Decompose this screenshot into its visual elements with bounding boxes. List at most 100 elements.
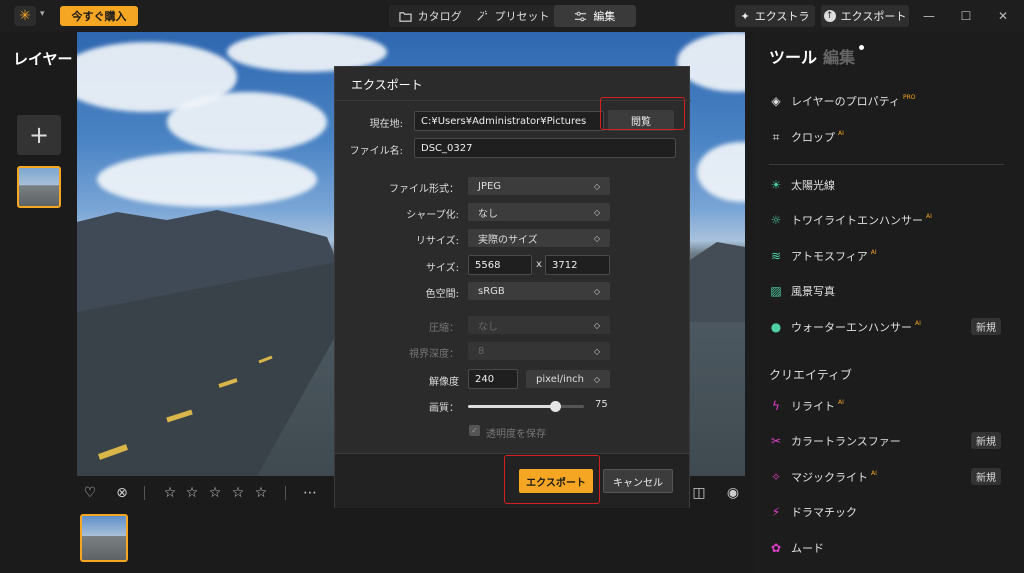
compression-label: 圧縮： [429, 323, 459, 334]
tool-label: クロップ [791, 131, 835, 144]
colorspace-label: 色空間: [425, 289, 459, 300]
chevron-updown-icon: ◇ [593, 286, 600, 296]
dialog-title: エクスポート [351, 78, 423, 92]
creative-section-title: クリエイティブ [769, 368, 853, 382]
preserve-transparency-checkbox: ✓ [469, 425, 480, 436]
layers-title: レイヤー [13, 50, 73, 68]
resolution-field[interactable]: 240 [468, 369, 518, 389]
maximize-icon[interactable]: ☐ [958, 8, 974, 24]
color-transfer-icon: ✂ [770, 434, 782, 448]
bolt-icon: ⚡ [771, 505, 781, 519]
tab-presets-label: プリセット [494, 10, 550, 23]
landscape-icon: ▨ [770, 284, 782, 298]
quality-slider-fill [468, 405, 555, 408]
tool-label: リライト [791, 400, 835, 413]
ai-tag: AI [871, 469, 877, 477]
cloud [697, 142, 745, 202]
tool-relight[interactable]: ϟ リライト AI [769, 396, 844, 416]
unsaved-dot [859, 45, 864, 50]
mood-icon: ✿ [770, 541, 782, 555]
tool-landscape[interactable]: ▨ 風景写真 [769, 281, 835, 301]
ai-tag: AI [926, 212, 932, 220]
chevron-down-icon[interactable]: ▾ [40, 9, 45, 19]
sharpen-select[interactable]: なし ◇ [468, 203, 610, 221]
tab-presets[interactable]: プリセット [471, 5, 553, 27]
star-icon[interactable]: ☆ [230, 485, 246, 501]
extras-button[interactable]: ✦ エクストラ [735, 5, 815, 27]
filename-label: ファイル名: [349, 146, 403, 157]
more-icon[interactable]: ⋯ [302, 485, 318, 501]
tab-edit-label: 編集 [593, 10, 616, 23]
eye-icon[interactable]: ◉ [725, 485, 741, 501]
tool-color-transfer[interactable]: ✂ カラートランスファー [769, 431, 901, 451]
resize-value: 実際のサイズ [478, 234, 538, 246]
divider [769, 164, 1004, 165]
tool-atmosphere[interactable]: ≋ アトモスフィア AI [769, 246, 877, 266]
tool-label: アトモスフィア [791, 250, 868, 263]
size-label: サイズ: [425, 263, 459, 274]
folder-icon [399, 11, 412, 22]
colorspace-select[interactable]: sRGB ◇ [468, 282, 610, 300]
magic-wand-icon [477, 10, 488, 21]
cancel-button[interactable]: キャンセル [603, 469, 673, 493]
resize-select[interactable]: 実際のサイズ ◇ [468, 229, 610, 247]
compare-icon[interactable]: ◫ [691, 485, 707, 501]
layers-panel: レイヤー + [0, 32, 77, 573]
filename-field[interactable]: DSC_0327 [414, 138, 676, 158]
tool-mood[interactable]: ✿ ムード [769, 538, 824, 558]
star-icon[interactable]: ☆ [184, 485, 200, 501]
filmstrip-thumbnail[interactable] [80, 514, 128, 562]
add-layer-button[interactable]: + [17, 115, 61, 155]
new-badge: 新規 [971, 468, 1001, 485]
tool-magic-light[interactable]: ✧ マジックライト AI [769, 467, 877, 487]
upload-icon: ↑ [823, 10, 836, 22]
sun-icon: ☀ [770, 178, 782, 192]
compression-select: なし ◇ [468, 316, 610, 334]
star-icon[interactable]: ☆ [207, 485, 223, 501]
quality-slider-handle[interactable] [549, 401, 561, 412]
tool-crop[interactable]: ⌗ クロップ AI [769, 127, 844, 147]
tool-label: ウォーターエンハンサー [791, 321, 912, 334]
format-select[interactable]: JPEG ◇ [468, 177, 610, 195]
layers-icon: ◈ [771, 94, 781, 108]
resolution-unit-select[interactable]: pixel/inch ◇ [526, 370, 610, 388]
tool-label: トワイライトエンハンサー [791, 214, 923, 227]
width-field[interactable]: 5568 [468, 255, 532, 275]
tab-edit[interactable]: 編集 [553, 5, 636, 27]
sparkle-icon: ✧ [770, 470, 782, 484]
export-top-button[interactable]: ↑ エクスポート [821, 5, 909, 27]
top-bar: ✳ ▾ 今すぐ購入 カタログ プリセット 編集 ✦ エクストラ ↑ エクスポート… [0, 0, 1024, 32]
heart-icon[interactable]: ♡ [82, 485, 98, 501]
tool-water-enhancer[interactable]: ● ウォーターエンハンサー AI [769, 317, 921, 337]
minimize-icon[interactable]: — [921, 8, 937, 24]
tool-dramatic[interactable]: ⚡ ドラマチック [769, 502, 857, 522]
star-icon[interactable]: ☆ [253, 485, 269, 501]
app-logo-icon[interactable]: ✳ [14, 6, 36, 26]
waves-icon: ≋ [770, 249, 782, 263]
colorspace-value: sRGB [478, 285, 505, 297]
sharpen-label: シャープ化: [406, 210, 459, 221]
layer-thumbnail[interactable] [17, 166, 61, 208]
tool-label: ムード [791, 542, 824, 555]
close-icon[interactable]: ✕ [995, 8, 1011, 24]
reject-icon[interactable]: ⊗ [114, 485, 130, 501]
tab-edit-panel[interactable]: 編集 [823, 44, 855, 68]
chevron-updown-icon: ◇ [593, 320, 600, 330]
tab-tools[interactable]: ツール [769, 44, 817, 68]
tool-layer-properties[interactable]: ◈ レイヤーのプロパティ PRO [769, 91, 916, 111]
location-field[interactable]: C:¥Users¥Administrator¥Pictures [414, 111, 604, 131]
preserve-transparency-label: 透明度を保存 [486, 429, 546, 440]
star-icon[interactable]: ☆ [162, 485, 178, 501]
pro-tag: PRO [903, 93, 916, 101]
new-badge: 新規 [971, 432, 1001, 449]
tab-catalog[interactable]: カタログ [389, 5, 471, 27]
tool-sun-rays[interactable]: ☀ 太陽光線 [769, 175, 835, 195]
highlight-box [504, 455, 600, 504]
tool-twilight-enhancer[interactable]: ☼ トワイライトエンハンサー AI [769, 210, 932, 230]
sparkle-icon: ✦ [740, 9, 750, 23]
quality-slider[interactable] [468, 401, 584, 412]
bitdepth-label: 視界深度： [409, 349, 459, 360]
height-field[interactable]: 3712 [545, 255, 610, 275]
tool-label: マジックライト [791, 471, 868, 484]
buy-now-button[interactable]: 今すぐ購入 [60, 6, 138, 26]
